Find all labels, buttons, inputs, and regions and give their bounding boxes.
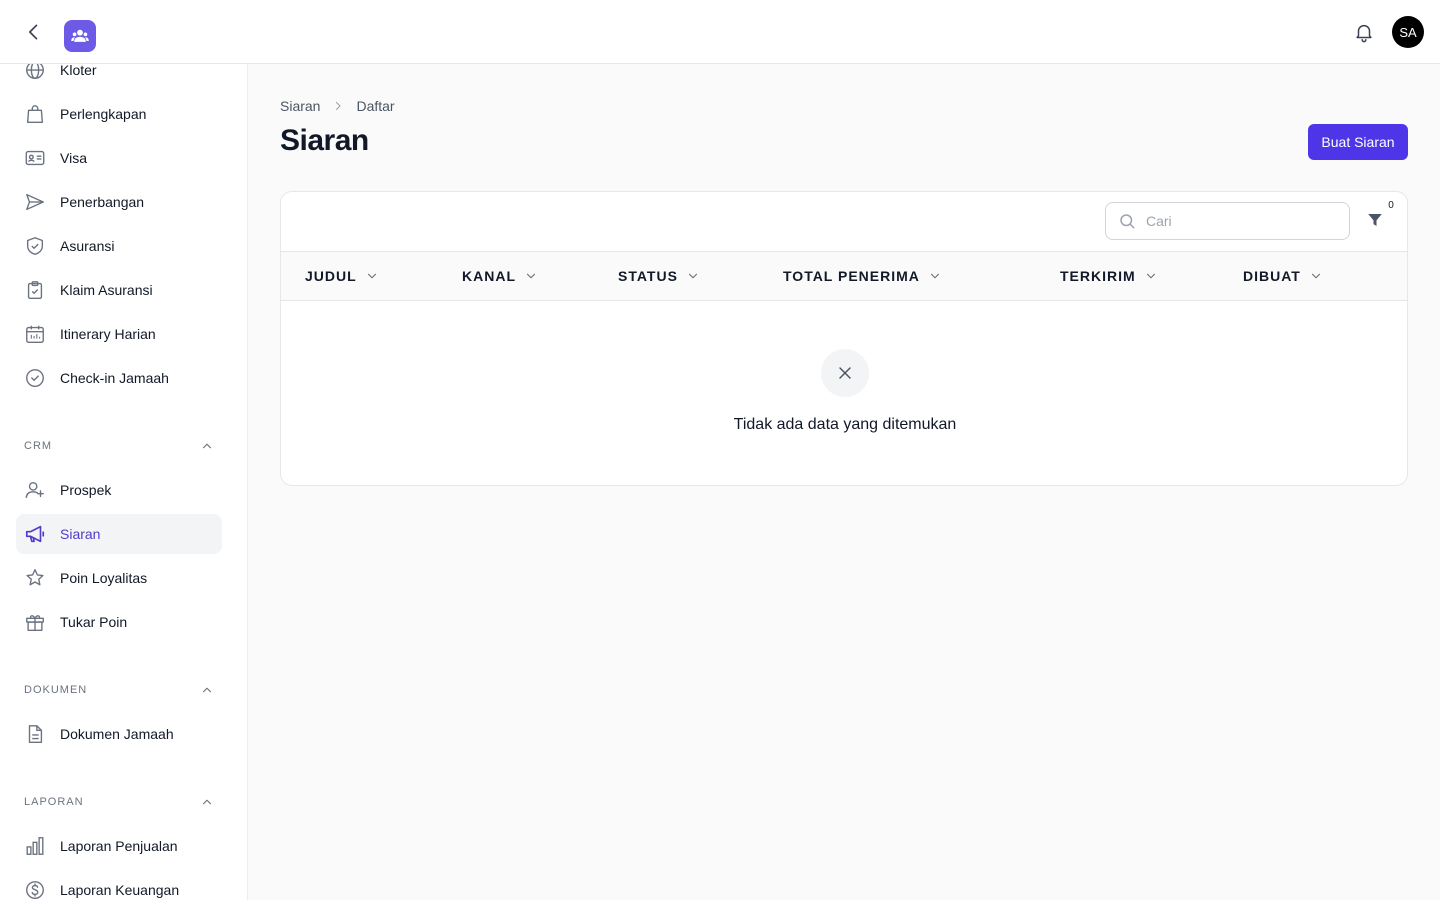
send-icon [24, 191, 46, 213]
sidebar-item-prospek[interactable]: Prospek [16, 470, 222, 510]
sidebar-item-label: Asuransi [60, 238, 115, 254]
sidebar-item-poin-loyalitas[interactable]: Poin Loyalitas [16, 558, 222, 598]
sidebar-item-label: Perlengkapan [60, 106, 147, 122]
chevron-right-icon [332, 100, 344, 112]
file-text-icon [24, 723, 46, 745]
sidebar-item-itinerary-harian[interactable]: Itinerary Harian [16, 314, 222, 354]
notifications-button[interactable] [1352, 20, 1376, 44]
page-title: Siaran [280, 124, 369, 157]
section-title: DOKUMEN [24, 684, 88, 696]
chevron-down-icon [1144, 269, 1158, 283]
sidebar-item-label: Check-in Jamaah [60, 370, 169, 386]
chevron-down-icon [1309, 269, 1323, 283]
sidebar-item-visa[interactable]: Visa [16, 138, 222, 178]
chevron-down-icon [686, 269, 700, 283]
sidebar-item-label: Tukar Poin [60, 614, 128, 630]
sidebar-item-penerbangan[interactable]: Penerbangan [16, 182, 222, 222]
shield-check-icon [24, 235, 46, 257]
breadcrumb: Siaran Daftar [280, 96, 395, 116]
column-header-kanal[interactable]: KANAL [462, 252, 538, 300]
sidebar-item-label: Laporan Penjualan [60, 838, 178, 854]
table-header: JUDUL KANAL STATUS TOTAL PENERIMA TERKIR… [281, 251, 1407, 301]
sidebar-item-label: Kloter [60, 64, 97, 78]
breadcrumb-root-link[interactable]: Siaran [280, 98, 320, 114]
bar-chart-icon [24, 835, 46, 857]
column-header-total-penerima[interactable]: TOTAL PENERIMA [783, 252, 942, 300]
globe-icon [24, 64, 46, 81]
search-icon [1120, 214, 1135, 229]
sidebar-section-crm[interactable]: CRM [24, 436, 214, 456]
id-card-icon [24, 147, 46, 169]
column-header-judul[interactable]: JUDUL [305, 252, 379, 300]
sidebar-item-check-in-jamaah[interactable]: Check-in Jamaah [16, 358, 222, 398]
empty-state-icon [821, 349, 869, 397]
dollar-circle-icon [24, 879, 46, 900]
breadcrumb-current: Daftar [356, 98, 395, 114]
sidebar-item-label: Siaran [60, 526, 101, 542]
users-group-icon [71, 29, 89, 42]
sidebar-item-label: Klaim Asuransi [60, 282, 153, 298]
sidebar-item-label: Poin Loyalitas [60, 570, 148, 586]
sidebar-section-laporan[interactable]: LAPORAN [24, 792, 214, 812]
megaphone-icon [24, 523, 46, 545]
sidebar-item-perlengkapan[interactable]: Perlengkapan [16, 94, 222, 134]
sidebar-item-laporan-keuangan[interactable]: Laporan Keuangan [16, 870, 222, 900]
chevron-left-icon [29, 24, 38, 40]
section-title: LAPORAN [24, 796, 84, 808]
filter-count-badge: 0 [1384, 200, 1398, 211]
sidebar-item-kloter[interactable]: Kloter [16, 64, 222, 90]
shopping-bag-icon [24, 103, 46, 125]
chevron-down-icon [365, 269, 379, 283]
filter-icon [1368, 214, 1382, 226]
sidebar-item-label: Laporan Keuangan [60, 882, 180, 898]
filter-button[interactable] [1363, 208, 1387, 232]
search-box[interactable] [1105, 202, 1350, 240]
chevron-up-icon [202, 687, 212, 693]
top-bar: SA [0, 0, 1440, 64]
bell-icon [1356, 24, 1372, 43]
calendar-icon [24, 323, 46, 345]
chevron-up-icon [202, 443, 212, 449]
column-header-dibuat[interactable]: DIBUAT [1243, 252, 1323, 300]
check-circle-icon [24, 367, 46, 389]
create-broadcast-button[interactable]: Buat Siaran [1308, 124, 1408, 160]
sidebar-item-klaim-asuransi[interactable]: Klaim Asuransi [16, 270, 222, 310]
sidebar-item-label: Prospek [60, 482, 112, 498]
app-logo[interactable] [64, 20, 96, 52]
column-header-status[interactable]: STATUS [618, 252, 700, 300]
sidebar: Kloter Perlengkapan Visa Penerbangan Asu… [0, 64, 248, 900]
back-button[interactable] [22, 20, 46, 44]
close-icon [839, 367, 851, 379]
empty-state-message: Tidak ada data yang ditemukan [733, 416, 957, 433]
chevron-down-icon [524, 269, 538, 283]
table-card: 0 JUDUL KANAL STATUS TOTAL PENERIMA TERK… [280, 191, 1408, 486]
sidebar-item-label: Dokumen Jamaah [60, 726, 174, 742]
search-input[interactable] [1146, 213, 1326, 229]
sidebar-item-asuransi[interactable]: Asuransi [16, 226, 222, 266]
star-icon [24, 567, 46, 589]
clipboard-check-icon [24, 279, 46, 301]
sidebar-item-label: Penerbangan [60, 194, 145, 210]
column-header-terkirim[interactable]: TERKIRIM [1060, 252, 1158, 300]
user-avatar[interactable]: SA [1392, 16, 1424, 48]
section-title: CRM [24, 440, 53, 452]
sidebar-item-tukar-poin[interactable]: Tukar Poin [16, 602, 222, 642]
user-plus-icon [24, 479, 46, 501]
chevron-down-icon [928, 269, 942, 283]
sidebar-item-laporan-penjualan[interactable]: Laporan Penjualan [16, 826, 222, 866]
gift-icon [24, 611, 46, 633]
sidebar-section-dokumen[interactable]: DOKUMEN [24, 680, 214, 700]
chevron-up-icon [202, 799, 212, 805]
sidebar-item-siaran[interactable]: Siaran [16, 514, 222, 554]
sidebar-item-label: Visa [60, 150, 87, 166]
sidebar-item-dokumen-jamaah[interactable]: Dokumen Jamaah [16, 714, 222, 754]
sidebar-item-label: Itinerary Harian [60, 326, 156, 342]
